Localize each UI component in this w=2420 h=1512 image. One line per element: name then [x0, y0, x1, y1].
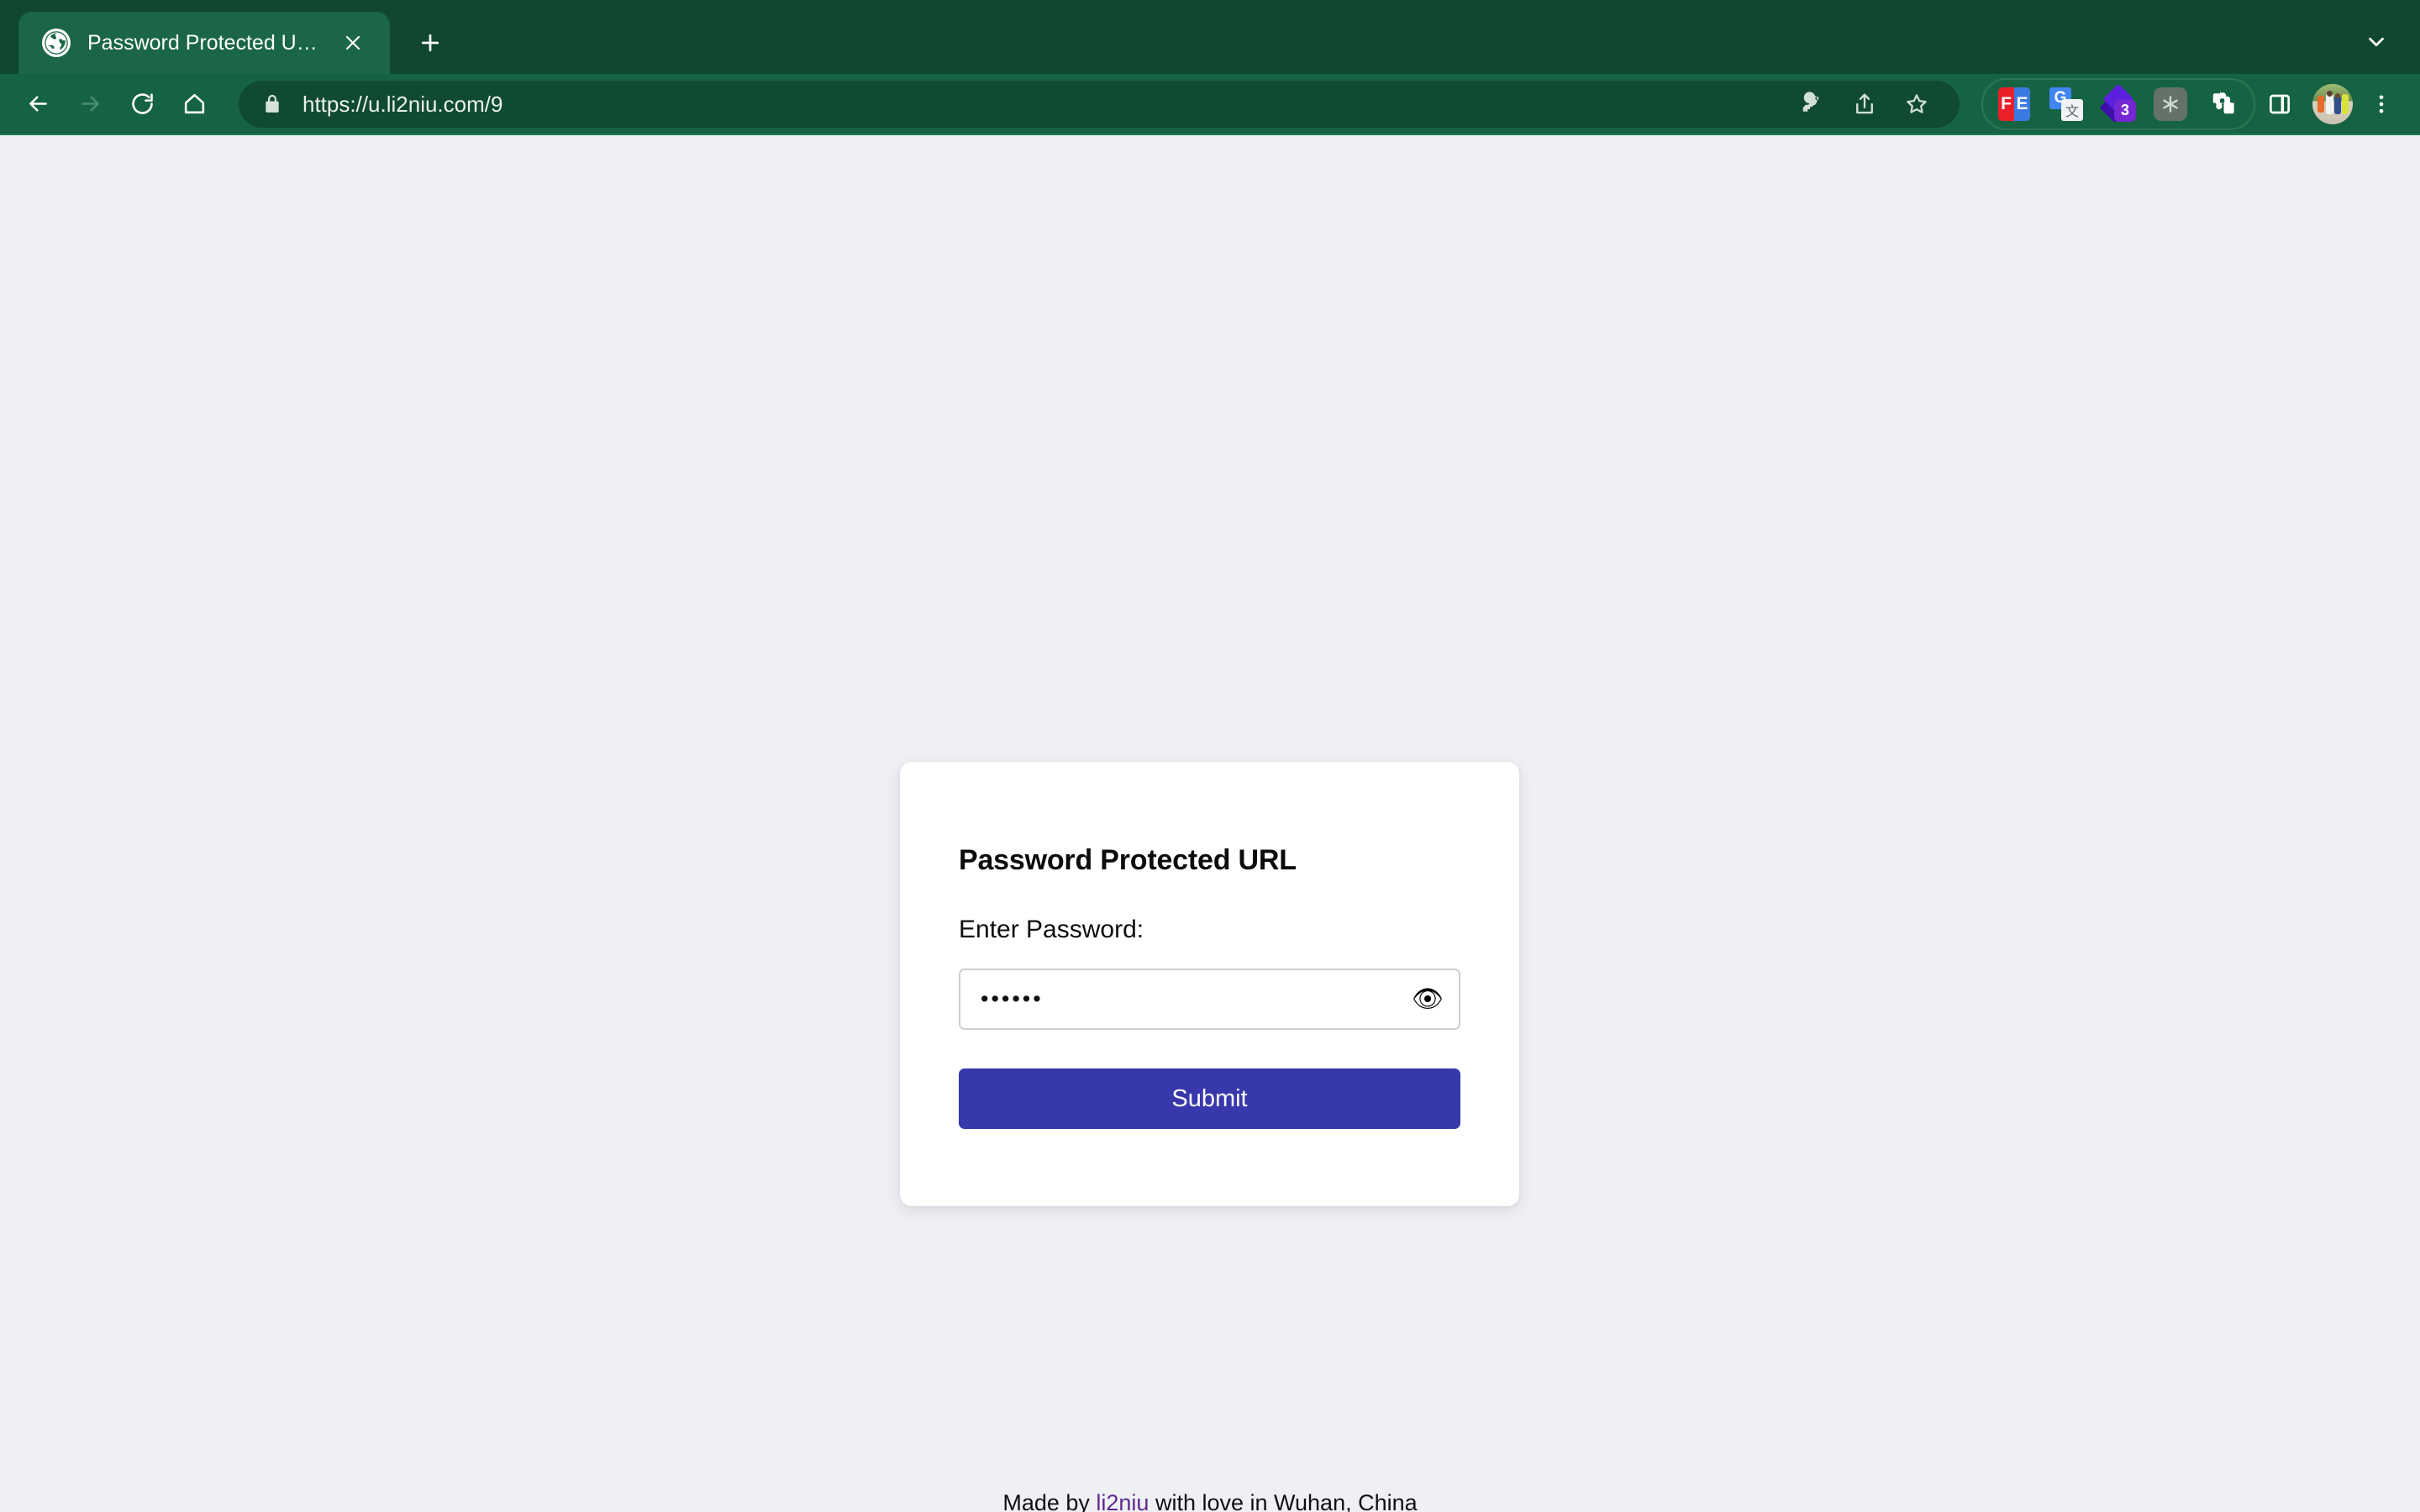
- li2niu-link[interactable]: li2niu: [1096, 1490, 1149, 1512]
- side-panel-icon[interactable]: [2255, 80, 2304, 129]
- purple-diamond-extension-icon[interactable]: 3: [2094, 80, 2143, 129]
- footer-suffix: with love in Wuhan, China: [1149, 1490, 1418, 1512]
- browser-toolbar: https://u.li2niu.com/9 F E G 文 3: [0, 74, 2420, 135]
- plus-icon[interactable]: [407, 19, 454, 66]
- password-input[interactable]: [959, 969, 1460, 1030]
- page-viewport: Password Protected URL Enter Password: 👁…: [0, 135, 2420, 1512]
- arrow-right-icon: [64, 78, 116, 130]
- address-bar-url: https://u.li2niu.com/9: [302, 91, 503, 117]
- globe-icon: [42, 29, 71, 57]
- password-card: Password Protected URL Enter Password: 👁…: [900, 762, 1519, 1206]
- reload-icon[interactable]: [116, 78, 168, 130]
- extensions-group: F E G 文 3: [1981, 77, 2255, 130]
- password-label: Enter Password:: [959, 916, 1144, 943]
- star-icon[interactable]: [1892, 80, 1941, 129]
- asterisk-extension-icon[interactable]: [2146, 80, 2195, 129]
- browser-window: Password Protected URL https://u.li2niu.…: [0, 0, 2420, 1512]
- password-field-wrapper: 👁: [959, 969, 1460, 1030]
- tab-title: Password Protected URL: [87, 31, 318, 55]
- translate-target-label: 文: [2061, 98, 2083, 121]
- page-title: Password Protected URL: [959, 844, 1297, 876]
- key-icon[interactable]: [1788, 80, 1837, 129]
- google-translate-icon[interactable]: G 文: [2042, 80, 2091, 129]
- three-dots-vertical-icon[interactable]: [2358, 81, 2405, 128]
- page-footer: Made by li2niu with love in Wuhan, China: [0, 1488, 2420, 1512]
- tab-password-protected-url[interactable]: Password Protected URL: [18, 12, 390, 74]
- profile-avatar[interactable]: [2312, 83, 2353, 124]
- address-bar[interactable]: https://u.li2niu.com/9: [239, 80, 1960, 129]
- chevron-down-icon[interactable]: [2353, 18, 2400, 66]
- extensions-puzzle-icon[interactable]: [2198, 80, 2247, 129]
- omnibox-actions: [1788, 80, 1941, 129]
- share-icon[interactable]: [1840, 80, 1889, 129]
- fe-extension-icon[interactable]: F E: [1990, 80, 2039, 129]
- tab-strip: Password Protected URL: [0, 0, 2420, 74]
- extension-badge-count: 3: [2114, 99, 2136, 122]
- lock-icon: [260, 92, 284, 116]
- close-icon[interactable]: [334, 24, 371, 61]
- submit-button[interactable]: Submit: [959, 1068, 1460, 1129]
- eye-icon[interactable]: 👁: [1408, 980, 1447, 1019]
- arrow-left-icon[interactable]: [12, 78, 64, 130]
- footer-prefix: Made by: [1002, 1490, 1097, 1512]
- fe-extension-left-label: F: [1998, 87, 2014, 121]
- fe-extension-right-label: E: [2014, 87, 2030, 121]
- home-icon[interactable]: [168, 78, 220, 130]
